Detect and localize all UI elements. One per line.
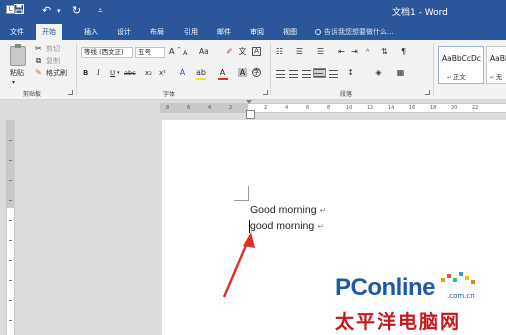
watermark-chinese-name: 太平洋电脑网 (335, 311, 462, 333)
watermark-domain: .com.cn (447, 292, 475, 300)
word-window: ↶ ▾ ↻ ⩡ 文档1 - Word 文件 开始 插入 设计 布局 引用 邮件 … (0, 0, 506, 335)
watermark-brand: PConline (335, 274, 436, 301)
pconline-watermark: PConline .com.cn 太平洋电脑网 (335, 272, 503, 333)
watermark-pixel-logo (441, 272, 475, 284)
